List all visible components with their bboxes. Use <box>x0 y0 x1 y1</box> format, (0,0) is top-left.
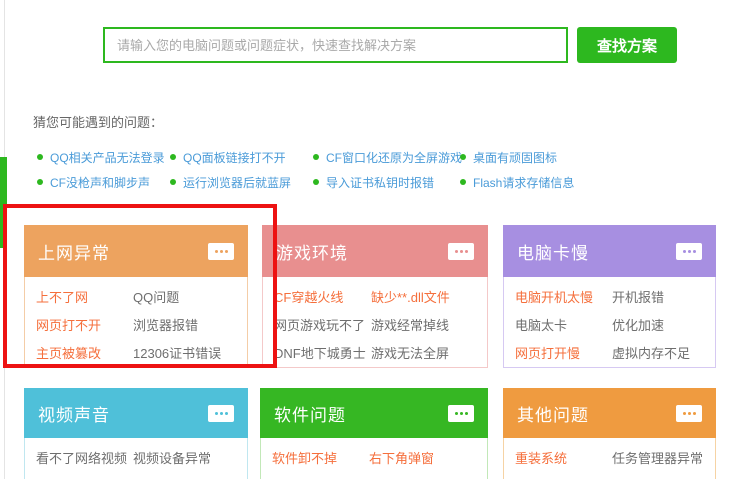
more-options-icon[interactable] <box>448 405 474 422</box>
category-header[interactable]: 软件问题 <box>260 388 488 438</box>
category-card-software: 软件问题 软件卸不掉 右下角弹窗 <box>260 388 488 479</box>
bullet-icon <box>313 179 319 185</box>
suggestion-link-label[interactable]: 桌面有顽固图标 <box>473 149 557 166</box>
issue-link[interactable]: 游戏无法全屏 <box>371 343 449 362</box>
more-options-icon[interactable] <box>448 243 474 260</box>
category-title: 电脑卡慢 <box>517 239 589 264</box>
suggestion-link-label[interactable]: QQ面板链接打不开 <box>183 149 286 166</box>
category-card-other: 其他问题 重装系统 任务管理器异常 <box>503 388 716 479</box>
issue-link[interactable]: 游戏经常掉线 <box>371 315 449 334</box>
issue-link[interactable]: 开机报错 <box>612 287 664 306</box>
bullet-icon <box>170 154 176 160</box>
issue-row: CF穿越火线 缺少**.dll文件 <box>274 282 487 310</box>
suggestion-link-label[interactable]: CF没枪声和脚步声 <box>50 174 150 191</box>
issue-link[interactable]: 视频设备异常 <box>133 448 211 467</box>
suggestion-link-label[interactable]: 运行浏览器后就蓝屏 <box>183 174 291 191</box>
category-header[interactable]: 游戏环境 <box>262 225 488 277</box>
category-header[interactable]: 视频声音 <box>24 388 248 438</box>
issue-row: 电脑太卡 优化加速 <box>515 310 715 338</box>
issue-row: 重装系统 任务管理器异常 <box>515 443 715 471</box>
issue-link[interactable]: 看不了网络视频 <box>36 448 133 467</box>
category-title: 上网异常 <box>38 239 110 264</box>
issue-link[interactable]: 网页游戏玩不了 <box>274 315 371 334</box>
bullet-icon <box>460 154 466 160</box>
issue-row: 上不了网 QQ问题 <box>36 282 247 310</box>
suggestion-link[interactable]: QQ相关产品无法登录 <box>37 149 165 165</box>
more-options-icon[interactable] <box>208 243 234 260</box>
bullet-icon <box>460 179 466 185</box>
issue-row: 主页被篡改 12306证书错误 <box>36 338 247 366</box>
issue-row: 网页打不开 浏览器报错 <box>36 310 247 338</box>
suggestion-link-label[interactable]: QQ相关产品无法登录 <box>50 149 165 166</box>
issue-link[interactable]: 虚拟内存不足 <box>612 343 690 362</box>
issue-row: 看不了网络视频 视频设备异常 <box>36 443 247 471</box>
suggestion-link[interactable]: 运行浏览器后就蓝屏 <box>170 174 291 190</box>
suggestions-heading: 猜您可能遇到的问题： <box>33 112 163 131</box>
suggestion-link[interactable]: CF没枪声和脚步声 <box>37 174 150 190</box>
issue-link[interactable]: 重装系统 <box>515 448 612 467</box>
issue-link[interactable]: 浏览器报错 <box>133 315 198 334</box>
category-body: 重装系统 任务管理器异常 <box>503 438 716 479</box>
issue-row: 电脑开机太慢 开机报错 <box>515 282 715 310</box>
category-card-game: 游戏环境 CF穿越火线 缺少**.dll文件 网页游戏玩不了 游戏经常掉线 DN… <box>262 225 488 368</box>
category-card-video-audio: 视频声音 看不了网络视频 视频设备异常 <box>24 388 248 479</box>
issue-link[interactable]: CF穿越火线 <box>274 287 371 306</box>
category-header[interactable]: 上网异常 <box>24 225 248 277</box>
category-title: 视频声音 <box>38 401 110 426</box>
issue-link[interactable]: 软件卸不掉 <box>272 448 369 467</box>
category-body: 上不了网 QQ问题 网页打不开 浏览器报错 主页被篡改 12306证书错误 <box>24 277 248 368</box>
suggestion-link[interactable]: 桌面有顽固图标 <box>460 149 557 165</box>
category-title: 游戏环境 <box>276 239 348 264</box>
issue-link[interactable]: 上不了网 <box>36 287 133 306</box>
issue-row: 网页打开慢 虚拟内存不足 <box>515 338 715 366</box>
issue-link[interactable]: 右下角弹窗 <box>369 448 434 467</box>
issue-link[interactable]: DNF地下城勇士 <box>274 343 371 362</box>
category-header[interactable]: 电脑卡慢 <box>503 225 716 277</box>
issue-link[interactable]: 12306证书错误 <box>133 343 221 362</box>
help-page: 查找方案 猜您可能遇到的问题： QQ相关产品无法登录 QQ面板链接打不开 CF窗… <box>0 0 730 479</box>
suggestion-link-label[interactable]: CF窗口化还原为全屏游戏 <box>326 149 462 166</box>
issue-row: 网页游戏玩不了 游戏经常掉线 <box>274 310 487 338</box>
suggestion-link[interactable]: CF窗口化还原为全屏游戏 <box>313 149 462 165</box>
issue-link[interactable]: 网页打开慢 <box>515 343 612 362</box>
issue-link[interactable]: 电脑开机太慢 <box>515 287 612 306</box>
issue-link[interactable]: 电脑太卡 <box>515 315 612 334</box>
category-title: 其他问题 <box>517 401 589 426</box>
bullet-icon <box>313 154 319 160</box>
issue-link[interactable]: 网页打不开 <box>36 315 133 334</box>
bullet-icon <box>170 179 176 185</box>
more-options-icon[interactable] <box>208 405 234 422</box>
bullet-icon <box>37 154 43 160</box>
category-body: 软件卸不掉 右下角弹窗 <box>260 438 488 479</box>
issue-link[interactable]: 任务管理器异常 <box>612 448 703 467</box>
issue-link[interactable]: 主页被篡改 <box>36 343 133 362</box>
suggestion-link-label[interactable]: Flash请求存储信息 <box>473 174 574 191</box>
category-body: 看不了网络视频 视频设备异常 <box>24 438 248 479</box>
issue-row: DNF地下城勇士 游戏无法全屏 <box>274 338 487 366</box>
more-options-icon[interactable] <box>676 405 702 422</box>
more-options-icon[interactable] <box>676 243 702 260</box>
suggestion-link[interactable]: QQ面板链接打不开 <box>170 149 286 165</box>
category-header[interactable]: 其他问题 <box>503 388 716 438</box>
left-scroll-indicator <box>0 157 7 248</box>
bullet-icon <box>37 179 43 185</box>
category-body: CF穿越火线 缺少**.dll文件 网页游戏玩不了 游戏经常掉线 DNF地下城勇… <box>262 277 488 368</box>
category-card-slow-pc: 电脑卡慢 电脑开机太慢 开机报错 电脑太卡 优化加速 网页打开慢 虚拟内存不足 <box>503 225 716 368</box>
category-title: 软件问题 <box>274 401 346 426</box>
issue-link[interactable]: QQ问题 <box>133 287 179 306</box>
issue-row: 软件卸不掉 右下角弹窗 <box>272 443 487 471</box>
issue-link[interactable]: 优化加速 <box>612 315 664 334</box>
issue-link[interactable]: 缺少**.dll文件 <box>371 287 450 306</box>
category-card-network: 上网异常 上不了网 QQ问题 网页打不开 浏览器报错 主页被篡改 12306证书… <box>24 225 248 368</box>
suggestion-link[interactable]: Flash请求存储信息 <box>460 174 574 190</box>
suggestion-link-label[interactable]: 导入证书私钥时报错 <box>326 174 434 191</box>
search-input[interactable] <box>103 27 568 63</box>
category-body: 电脑开机太慢 开机报错 电脑太卡 优化加速 网页打开慢 虚拟内存不足 <box>503 277 716 368</box>
find-solution-button[interactable]: 查找方案 <box>577 27 677 63</box>
suggestion-link[interactable]: 导入证书私钥时报错 <box>313 174 434 190</box>
